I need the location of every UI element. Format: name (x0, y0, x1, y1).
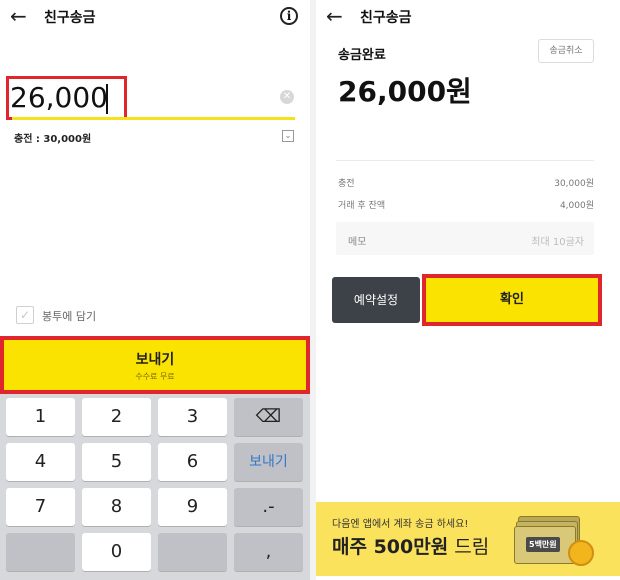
memo-placeholder: 최대 10글자 (531, 237, 584, 248)
left-screen: ← 친구송금 i 26,000 ✕ 충전 : 30,000원 ⌄ ✓ 봉투에 담… (0, 0, 310, 580)
text-caret (106, 84, 108, 114)
clear-icon[interactable]: ✕ (280, 90, 294, 104)
info-circle-icon[interactable]: i (280, 7, 298, 25)
chevron-down-icon[interactable]: ⌄ (282, 130, 294, 142)
key-comma[interactable]: , (234, 533, 303, 571)
key-1[interactable]: 1 (6, 398, 75, 436)
key-blank-2 (158, 533, 227, 571)
send-button-label: 보내기 (135, 352, 175, 368)
envelope-label: 봉투에 담기 (42, 310, 97, 323)
header: ← 친구송금 (316, 0, 620, 34)
numeric-keypad: 1 2 3 ⌫ 4 5 6 보내기 7 8 9 .- 0 , (0, 394, 310, 580)
send-button[interactable]: 보내기 수수료 무료 (0, 336, 310, 394)
key-7[interactable]: 7 (6, 488, 75, 526)
confirm-button[interactable]: 확인 (422, 274, 602, 326)
send-button-sublabel: 수수료 무료 (135, 372, 175, 381)
header: ← 친구송금 i (0, 0, 310, 34)
arrow-left-icon[interactable]: ← (10, 4, 27, 28)
right-screen: ← 친구송금 송금완료 송금취소 26,000원 충전 30,000원 거래 후… (316, 0, 620, 580)
banner-headline-bold: 매주 500만원 (332, 536, 449, 558)
amount-input[interactable]: 26,000 (10, 81, 108, 114)
money-stack-icon: 5백만원 (514, 514, 594, 566)
coin-icon (568, 540, 594, 566)
key-blank (6, 533, 75, 571)
backspace-icon: ⌫ (255, 406, 282, 427)
bill-label: 5백만원 (526, 537, 560, 552)
key-0[interactable]: 0 (82, 533, 151, 571)
promo-banner[interactable]: 다음엔 앱에서 계좌 송금 하세요! 매주 500만원 드림 5백만원 (316, 502, 620, 576)
banner-subtext: 다음엔 앱에서 계좌 송금 하세요! (332, 519, 469, 530)
backspace-key[interactable]: ⌫ (234, 398, 303, 436)
memo-field[interactable]: 메모 최대 10글자 (336, 222, 594, 255)
key-period-dash[interactable]: .- (234, 488, 303, 526)
detail-label-balance: 거래 후 잔액 (338, 201, 386, 211)
input-underline (12, 117, 295, 120)
memo-label: 메모 (348, 237, 367, 248)
key-8[interactable]: 8 (82, 488, 151, 526)
key-4[interactable]: 4 (6, 443, 75, 481)
cancel-transfer-button[interactable]: 송금취소 (538, 39, 594, 63)
key-3[interactable]: 3 (158, 398, 227, 436)
banner-headline-rest: 드림 (448, 536, 490, 558)
page-title: 친구송금 (360, 10, 412, 26)
transfer-amount: 26,000원 (338, 75, 472, 108)
banner-headline: 매주 500만원 드림 (332, 532, 489, 559)
key-9[interactable]: 9 (158, 488, 227, 526)
detail-value-balance: 4,000원 (559, 201, 594, 211)
detail-value-charge: 30,000원 (554, 179, 594, 189)
arrow-left-icon[interactable]: ← (326, 4, 343, 28)
key-5[interactable]: 5 (82, 443, 151, 481)
divider (336, 160, 594, 161)
keypad-send-key[interactable]: 보내기 (234, 443, 303, 481)
key-2[interactable]: 2 (82, 398, 151, 436)
detail-label-charge: 충전 (338, 179, 355, 189)
key-6[interactable]: 6 (158, 443, 227, 481)
envelope-checkbox[interactable]: ✓ (16, 306, 34, 324)
reserve-button[interactable]: 예약설정 (332, 277, 420, 323)
page-title: 친구송금 (44, 10, 96, 26)
charge-balance: 충전 : 30,000원 (14, 134, 92, 145)
status-title: 송금완료 (338, 48, 386, 63)
